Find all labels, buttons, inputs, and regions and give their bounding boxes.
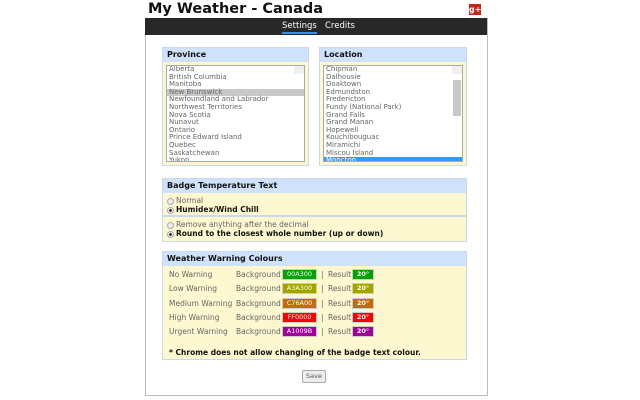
warning-label: No Warning — [169, 270, 213, 279]
result-label: Result — [328, 312, 352, 322]
scrollbar[interactable] — [294, 66, 304, 74]
warning-label: Urgent Warning — [169, 327, 228, 337]
separator: | — [321, 327, 324, 337]
background-label: Background — [236, 284, 281, 294]
color-input[interactable]: A3A300 — [282, 283, 317, 295]
radio-truncate[interactable]: Remove anything after the decimal — [167, 220, 309, 229]
location-section: Location Chipman Dalhousie Doaktown Edmunds… — [319, 47, 467, 166]
note: * Chrome does not allow changing of the … — [169, 348, 421, 357]
warning-label: Low Warning — [169, 284, 217, 294]
background-label: Background — [236, 312, 281, 322]
province-header: Province — [163, 48, 308, 62]
badge-section: Badge Temperature Text Normal Humidex/Wi… — [162, 178, 467, 242]
province-section: Province Alberta British Columbia Manitoba… — [162, 47, 309, 166]
result-label: Result — [328, 284, 352, 294]
scrollbar[interactable] — [452, 66, 462, 116]
separator: | — [321, 270, 324, 279]
tab-settings[interactable]: Settings — [282, 21, 317, 34]
list-item[interactable]: Yukon — [167, 157, 304, 161]
save-button[interactable]: Save — [302, 370, 326, 383]
result-label: Result — [328, 298, 352, 308]
google-plus-icon[interactable]: g+ — [469, 4, 481, 15]
color-input[interactable]: C76A00 — [282, 297, 317, 309]
result-label: Result — [328, 270, 352, 279]
result-label: Result — [328, 327, 352, 337]
province-list[interactable]: Alberta British Columbia Manitoba New Bruns… — [166, 65, 305, 162]
separator: | — [321, 298, 324, 308]
nav-bar: Settings Credits — [145, 18, 487, 35]
background-label: Background — [236, 327, 281, 337]
warning-label: High Warning — [169, 312, 220, 322]
background-label: Background — [236, 270, 281, 279]
tab-credits[interactable]: Credits — [325, 21, 355, 31]
result-preview: 20° — [352, 269, 374, 280]
page-title: My Weather - Canada — [148, 1, 324, 17]
warning-label: Medium Warning — [169, 298, 233, 308]
result-preview: 20° — [352, 311, 374, 323]
list-item[interactable]: Moncton — [324, 157, 462, 161]
warning-section: Weather Warning Colours No Warning Backg… — [162, 251, 467, 360]
result-preview: 20° — [352, 283, 374, 295]
result-preview: 20° — [352, 297, 374, 309]
location-list[interactable]: Chipman Dalhousie Doaktown Edmundston Freder… — [323, 65, 463, 162]
color-input[interactable]: FF0000 — [282, 311, 317, 323]
radio-humidex[interactable]: Humidex/Wind Chill — [167, 205, 259, 214]
warning-header: Weather Warning Colours — [163, 252, 466, 266]
result-preview: 20° — [352, 326, 374, 338]
radio-normal[interactable]: Normal — [167, 196, 203, 205]
background-label: Background — [236, 298, 281, 308]
badge-header: Badge Temperature Text — [163, 179, 466, 193]
separator: | — [321, 312, 324, 322]
radio-round[interactable]: Round to the closest whole number (up or… — [167, 229, 383, 238]
separator: | — [321, 284, 324, 294]
color-input[interactable]: A1009B — [282, 326, 317, 338]
color-input[interactable]: 00A300 — [282, 269, 317, 280]
location-header: Location — [320, 48, 466, 62]
